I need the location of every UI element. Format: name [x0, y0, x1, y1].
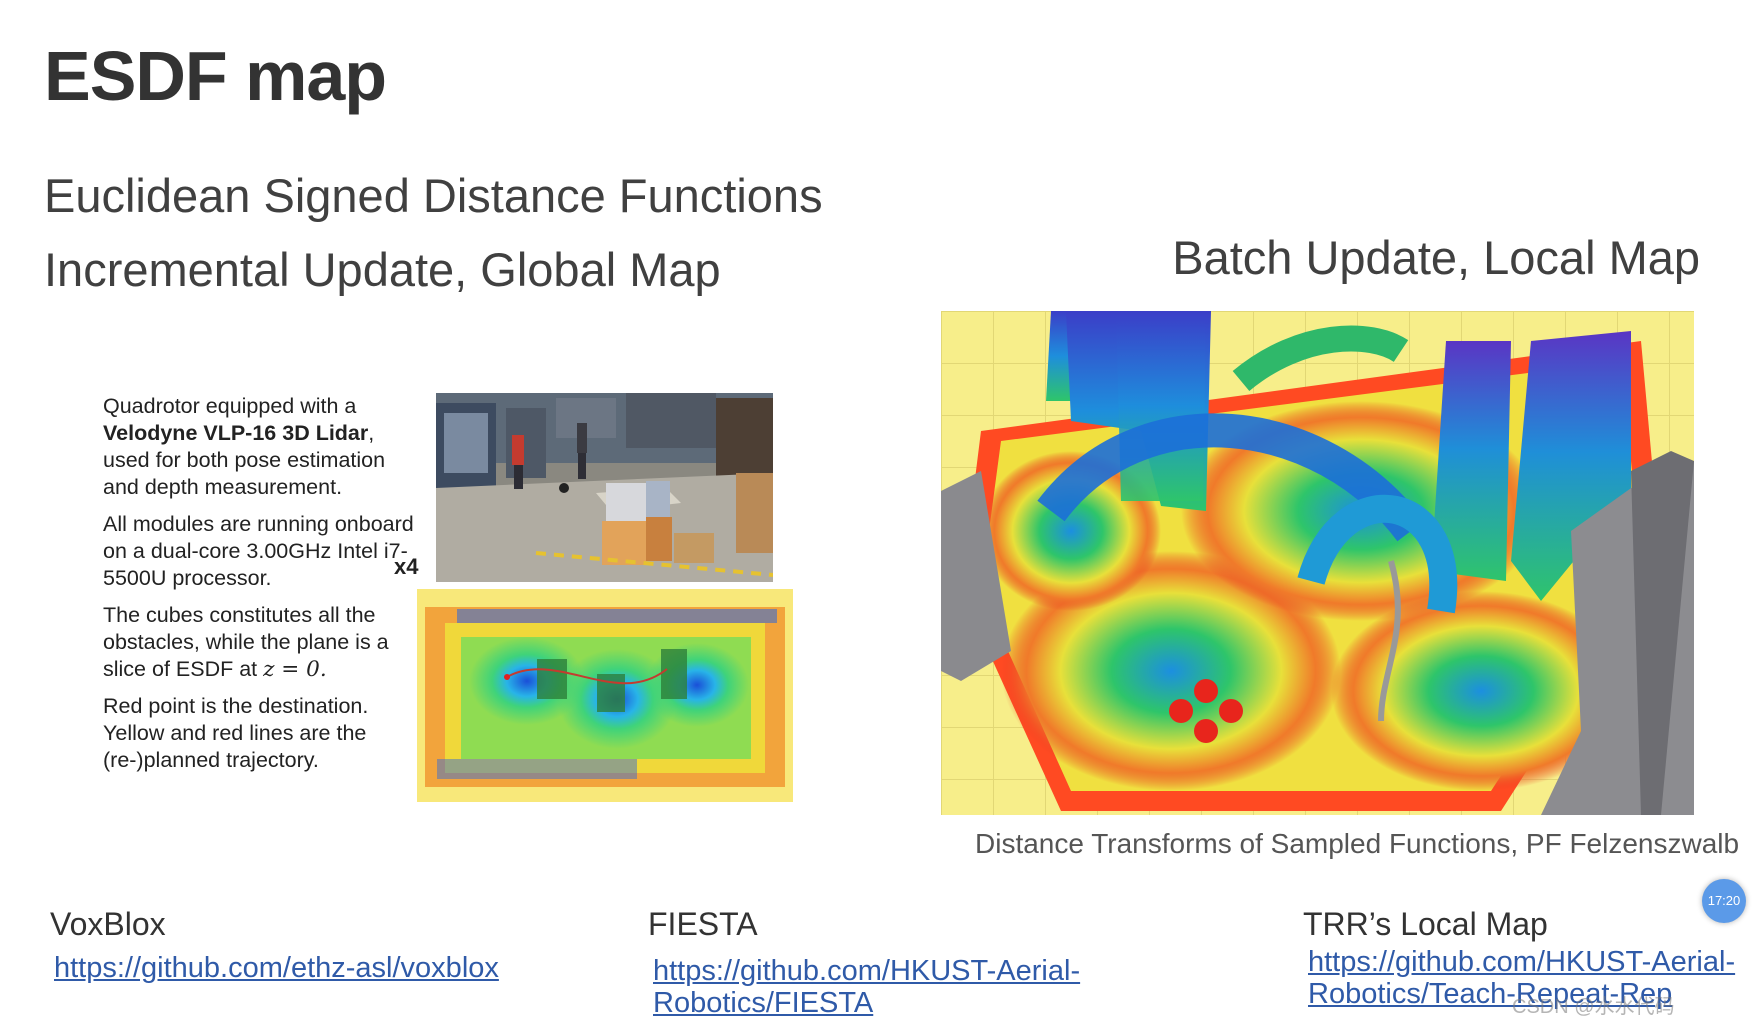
trr-local-map-title: TRR’s Local Map: [1303, 906, 1548, 942]
figure-caption: Distance Transforms of Sampled Functions…: [975, 828, 1740, 859]
voxblox-link[interactable]: https://github.com/ethz-asl/voxblox: [54, 952, 499, 984]
voxblox-title: VoxBlox: [50, 906, 166, 942]
esdf-3d-visualization-image: [941, 311, 1694, 815]
desc-paragraph-compute: All modules are running onboard on a dua…: [103, 512, 414, 590]
speed-badge: x4: [394, 554, 419, 579]
video-timer-badge[interactable]: 17:20: [1702, 879, 1746, 923]
watermark: CSDN @水水代码: [1512, 996, 1675, 1018]
subtitle-esdf: Euclidean Signed Distance Functions: [44, 169, 823, 222]
lidar-name: Velodyne VLP-16 3D Lidar: [103, 421, 369, 445]
desc-paragraph-hardware: Quadrotor equipped with a Velodyne VLP-1…: [103, 394, 386, 499]
fiesta-title: FIESTA: [648, 906, 758, 942]
desc-paragraph-obstacles: The cubes constitutes all the obstacles,…: [103, 603, 389, 682]
subtitle-incremental: Incremental Update, Global Map: [44, 243, 721, 296]
subtitle-batch: Batch Update, Local Map: [1172, 231, 1700, 284]
math-z-equals-0: z = 0.: [263, 657, 327, 682]
fiesta-link[interactable]: https://github.com/HKUST-Aerial- Robotic…: [653, 955, 1080, 1019]
esdf-slice-image: [417, 589, 793, 802]
lab-photo-image: [436, 393, 773, 582]
experiment-description: Quadrotor equipped with a Velodyne VLP-1…: [103, 393, 423, 784]
desc-paragraph-destination: Red point is the destination. Yellow and…: [103, 694, 369, 772]
slide-title: ESDF map: [44, 37, 387, 115]
